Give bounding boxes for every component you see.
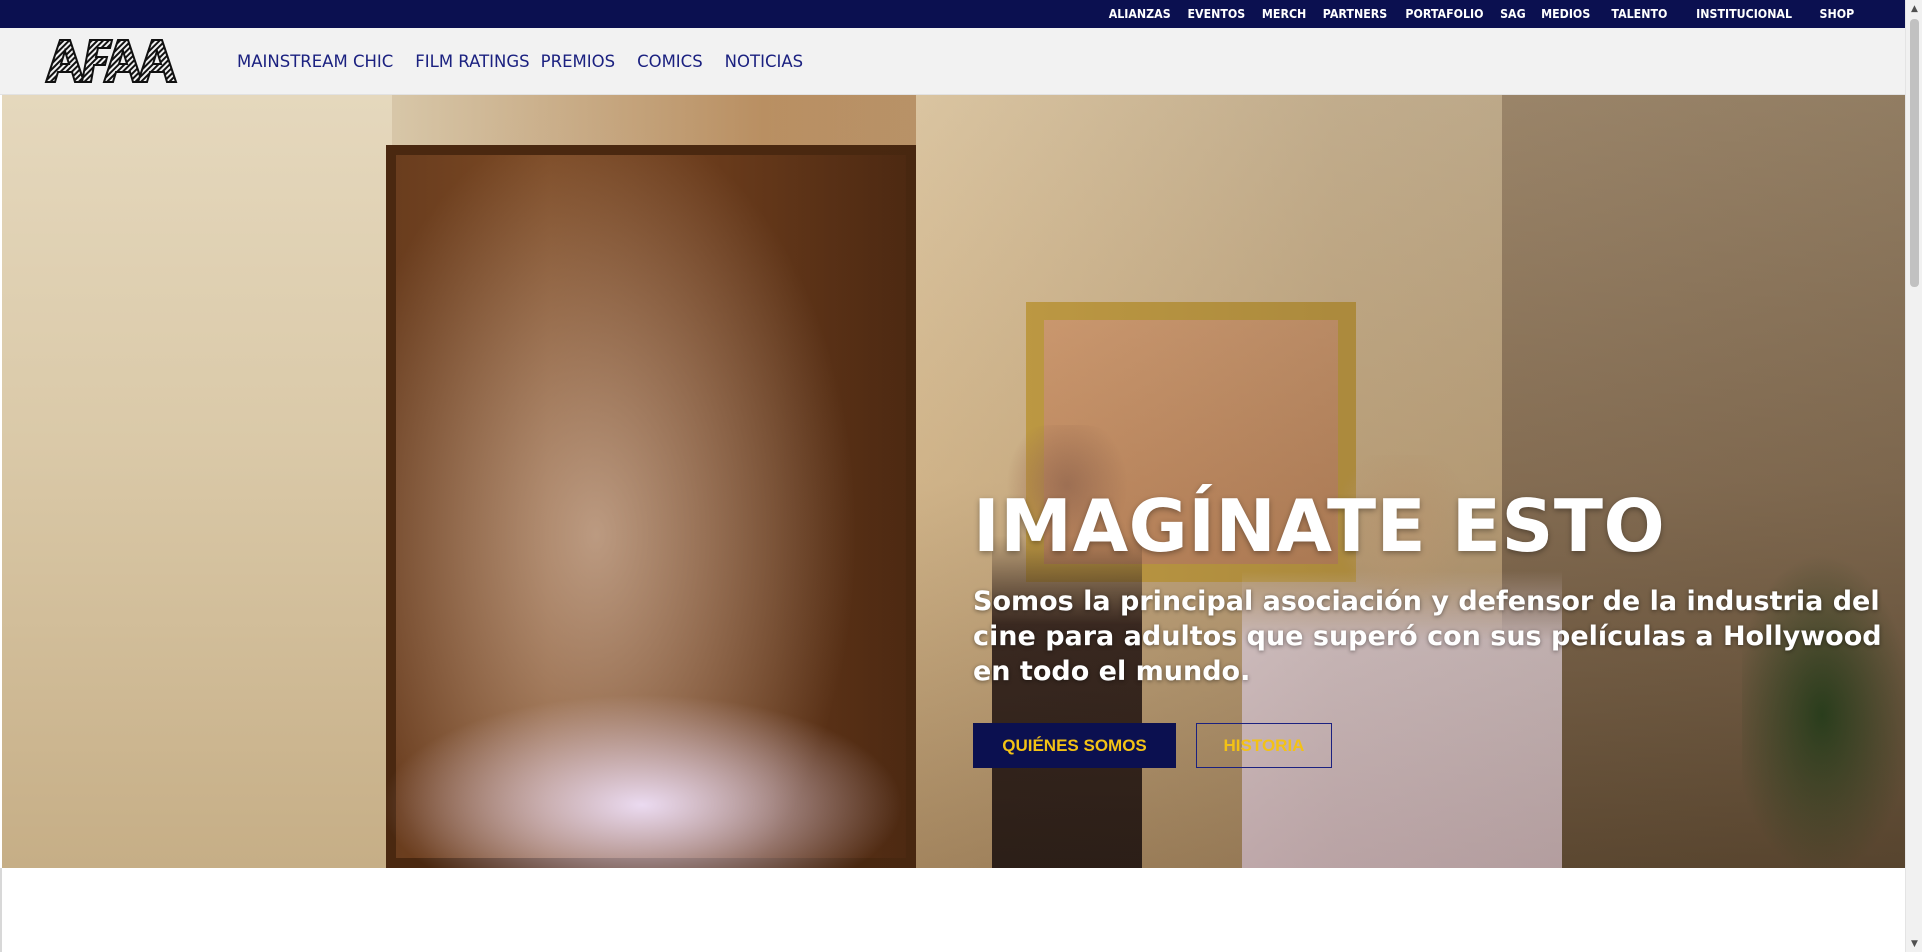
utility-nav: ALIANZAS EVENTOS MERCH PARTNERS PORTAFOL… [1100,0,1867,28]
hero-buttons: QUIÉNES SOMOS HISTORIA [973,723,1903,768]
nav-item-mainstream-chic[interactable]: MAINSTREAM CHIC [226,52,404,71]
logo-icon [44,39,178,83]
nav-item-film-ratings[interactable]: FILM RATINGS [404,52,540,71]
utility-link-portafolio[interactable]: PORTAFOLIO [1400,7,1489,21]
quienes-somos-button[interactable]: QUIÉNES SOMOS [973,723,1176,768]
utility-link-institucional[interactable]: INSTITUCIONAL [1686,7,1802,21]
page-scrollbar[interactable]: ▲ ▼ [1905,0,1922,952]
scroll-down-arrow-icon[interactable]: ▼ [1906,935,1922,952]
main-navbar: MAINSTREAM CHIC FILM RATINGS PREMIOS COM… [0,28,1905,95]
nav-item-premios[interactable]: PREMIOS [541,52,626,71]
hero-title: IMAGÍNATE ESTO [973,484,1666,568]
nav-item-noticias[interactable]: NOTICIAS [714,52,814,71]
main-nav: MAINSTREAM CHIC FILM RATINGS PREMIOS COM… [226,28,814,95]
hero-subtitle: Somos la principal asociación y defensor… [973,586,1882,687]
utility-link-merch[interactable]: MERCH [1256,7,1311,21]
top-utility-bar: ALIANZAS EVENTOS MERCH PARTNERS PORTAFOL… [0,0,1905,28]
historia-button[interactable]: HISTORIA [1196,723,1332,768]
utility-link-partners[interactable]: PARTNERS [1317,7,1392,21]
utility-link-alianzas[interactable]: ALIANZAS [1103,7,1176,21]
utility-link-sag[interactable]: SAG [1495,7,1532,21]
utility-link-talento[interactable]: TALENTO [1602,7,1678,21]
utility-link-shop[interactable]: SHOP [1810,7,1865,21]
utility-link-medios[interactable]: MEDIOS [1535,7,1595,21]
site-logo[interactable] [44,36,180,86]
hero-banner: IMAGÍNATE ESTO Somos la principal asocia… [2,95,1905,868]
utility-link-eventos[interactable]: EVENTOS [1182,7,1251,21]
scroll-up-arrow-icon[interactable]: ▲ [1906,0,1922,17]
hero-content: IMAGÍNATE ESTO Somos la principal asocia… [973,490,1903,768]
scrollbar-thumb[interactable] [1910,19,1919,287]
nav-item-comics[interactable]: COMICS [626,52,714,71]
page-content-area [0,868,1905,952]
